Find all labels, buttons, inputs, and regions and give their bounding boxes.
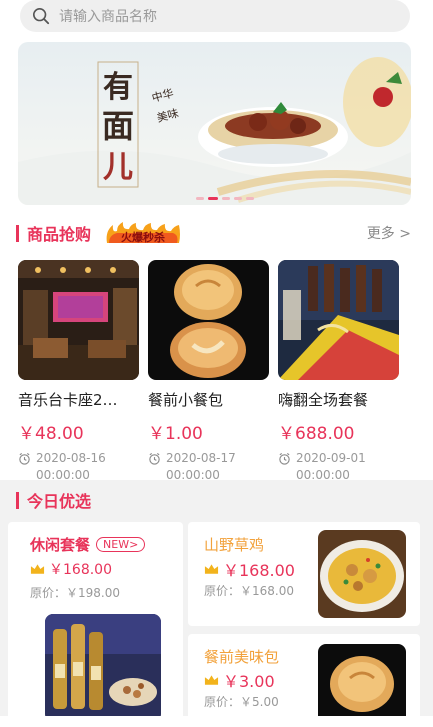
original-price-value: ￥5.00	[240, 695, 279, 709]
original-price-value: ￥168.00	[240, 584, 295, 598]
flash-sale-time: 2020-08-17 00:00:00	[148, 450, 269, 484]
svg-text:有: 有	[103, 70, 133, 105]
flash-sale-time: 2020-08-16 00:00:00	[18, 450, 139, 484]
banner-carousel[interactable]: 有 面 儿 中华 美味	[18, 42, 411, 205]
price-value: ￥168.00	[49, 562, 112, 578]
featured-product-card[interactable]: 休闲套餐 NEW> ￥168.00 原价：￥198.00	[8, 522, 183, 722]
flash-sale-item[interactable]: 音乐台卡座2… ￥48.00 2020-08-16 00:00:00	[18, 260, 139, 484]
original-price-label: 原价：	[30, 586, 67, 600]
carousel-dot[interactable]	[222, 197, 230, 200]
product-card[interactable]: 餐前美味包 ￥3.00 原价：￥5.00	[188, 634, 420, 724]
flash-sale-header: 商品抢购 火爆秒杀 更多 >	[0, 218, 433, 248]
section-marker	[16, 491, 19, 509]
product-image-bread-roll[interactable]	[318, 644, 406, 724]
price-value: ￥168.00	[223, 561, 295, 580]
original-price: 原价：￥5.00	[204, 693, 279, 710]
search-icon	[32, 7, 50, 25]
crown-icon	[30, 564, 45, 574]
section-marker	[16, 224, 19, 242]
product-name: 餐前美味包	[204, 648, 280, 666]
original-price: 原价：￥168.00	[204, 582, 294, 599]
original-price-value: ￥198.00	[66, 586, 121, 600]
product-image-beer[interactable]	[45, 614, 161, 722]
svg-text:面: 面	[102, 107, 134, 145]
carousel-dot[interactable]	[234, 197, 242, 200]
member-price: ￥168.00	[30, 559, 112, 579]
original-price: 原价：￥198.00	[30, 584, 120, 601]
product-price: ￥688.00	[278, 424, 355, 444]
crown-icon	[204, 675, 219, 685]
today-picks-title: 今日优选	[27, 492, 92, 511]
carousel-dot[interactable]	[196, 197, 204, 200]
price-value: ￥3.00	[223, 672, 275, 691]
today-picks-header: 今日优选	[0, 485, 433, 515]
flame-badge-icon: 火爆秒杀	[106, 222, 181, 244]
carousel-dots[interactable]	[196, 197, 254, 200]
member-price: ￥168.00	[204, 557, 295, 581]
product-image-bread[interactable]	[148, 260, 269, 380]
time-date: 2020-08-17	[166, 451, 236, 465]
flash-sale-title: 商品抢购	[27, 225, 92, 244]
banner-image: 有 面 儿 中华 美味	[18, 42, 411, 205]
flash-sale-item[interactable]: 餐前小餐包 ￥1.00 2020-08-17 00:00:00	[148, 260, 269, 484]
flame-badge-text: 火爆秒杀	[121, 230, 165, 244]
product-name: 音乐台卡座2…	[18, 391, 118, 409]
flash-sale-time: 2020-09-01 00:00:00	[278, 450, 399, 484]
product-name: 餐前小餐包	[148, 391, 224, 409]
alarm-clock-icon	[149, 452, 160, 465]
search-input[interactable]: 请输入商品名称	[59, 6, 157, 26]
product-name: 山野草鸡	[204, 536, 265, 554]
product-name: 嗨翻全场套餐	[278, 391, 369, 409]
carousel-dot[interactable]	[246, 197, 254, 200]
product-image-chicken[interactable]	[318, 530, 406, 618]
crown-icon	[204, 564, 219, 574]
original-price-label: 原价：	[204, 584, 241, 598]
product-price: ￥1.00	[148, 424, 203, 444]
alarm-clock-icon	[19, 452, 30, 465]
product-card[interactable]: 山野草鸡 ￥168.00 原价：￥168.00	[188, 522, 420, 626]
product-image-party-package[interactable]	[278, 260, 399, 380]
flash-sale-item[interactable]: 嗨翻全场套餐 ￥688.00 2020-09-01 00:00:00	[278, 260, 399, 484]
product-image-music-bar[interactable]	[18, 260, 139, 380]
time-date: 2020-09-01	[296, 451, 366, 465]
more-link[interactable]: 更多 >	[367, 223, 411, 243]
new-badge: NEW>	[96, 537, 146, 552]
bottom-tab-bar[interactable]	[0, 716, 433, 727]
svg-text:儿: 儿	[103, 150, 133, 185]
product-price: ￥48.00	[18, 424, 84, 444]
time-date: 2020-08-16	[36, 451, 106, 465]
original-price-label: 原价：	[204, 695, 241, 709]
member-price: ￥3.00	[204, 668, 275, 692]
product-name: 休闲套餐	[30, 536, 91, 554]
alarm-clock-icon	[279, 452, 290, 465]
carousel-dot-active[interactable]	[208, 197, 218, 200]
search-bar[interactable]: 请输入商品名称	[20, 0, 410, 32]
